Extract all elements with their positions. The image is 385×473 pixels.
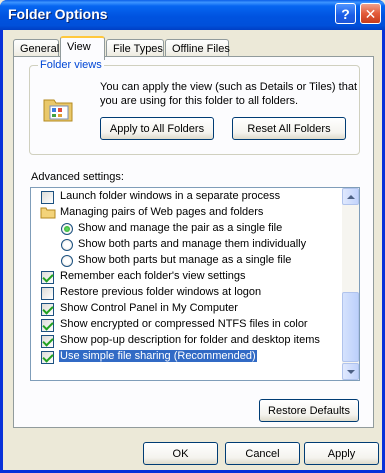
apply-to-all-folders-button[interactable]: Apply to All Folders — [100, 117, 214, 140]
list-item-label: Show both parts but manage as a single f… — [78, 254, 292, 266]
checkbox[interactable] — [41, 318, 54, 332]
list-item-label: Show Control Panel in My Computer — [60, 302, 238, 314]
scroll-up-button[interactable] — [342, 188, 359, 205]
list-item[interactable]: Restore previous folder windows at logon — [31, 285, 343, 301]
radio-button[interactable] — [61, 255, 73, 267]
checkbox[interactable] — [41, 334, 54, 348]
advanced-settings-list[interactable]: Launch folder windows in a separate proc… — [30, 187, 360, 381]
folder-views-icon — [43, 99, 73, 122]
list-item: Managing pairs of Web pages and folders — [31, 205, 343, 221]
window-title: Folder Options — [8, 6, 108, 22]
vertical-scrollbar[interactable] — [342, 188, 359, 380]
folder-views-description: You can apply the view (such as Details … — [100, 81, 358, 107]
list-item[interactable]: Show Control Panel in My Computer — [31, 301, 343, 317]
list-item-label: Use simple file sharing (Recommended) — [59, 350, 257, 362]
folder-views-group: Folder views You can apply the view (suc… — [29, 59, 360, 155]
advanced-settings-label: Advanced settings: — [31, 171, 124, 183]
list-item-label: Show both parts and manage them individu… — [78, 238, 307, 250]
folder-icon — [40, 207, 56, 219]
help-button[interactable]: ? — [335, 3, 356, 24]
list-item-selected[interactable]: Use simple file sharing (Recommended) — [31, 349, 343, 365]
list-item-label: Launch folder windows in a separate proc… — [60, 190, 281, 202]
restore-defaults-button[interactable]: Restore Defaults — [259, 399, 359, 422]
radio-button[interactable] — [61, 239, 73, 251]
list-item-label: Managing pairs of Web pages and folders — [60, 206, 264, 218]
radio-button[interactable] — [61, 223, 73, 235]
checkbox[interactable] — [41, 190, 54, 204]
help-icon: ? — [341, 5, 350, 22]
list-item[interactable]: Show both parts and manage them individu… — [31, 237, 343, 253]
apply-button[interactable]: Apply — [304, 442, 379, 465]
checkbox[interactable] — [41, 286, 54, 300]
list-item[interactable]: Launch folder windows in a separate proc… — [31, 189, 343, 205]
list-item[interactable]: Remember each folder's view settings — [31, 269, 343, 285]
tab-view[interactable]: View — [60, 36, 105, 60]
close-button[interactable]: ✕ — [360, 3, 381, 24]
scroll-thumb[interactable] — [342, 292, 359, 362]
folder-views-legend: Folder views — [38, 59, 104, 71]
close-icon: ✕ — [364, 5, 377, 22]
arrow-up-icon — [346, 194, 355, 199]
title-bar[interactable]: Folder Options ? ✕ — [0, 0, 385, 30]
arrow-down-icon — [346, 369, 355, 374]
list-item-label: Show and manage the pair as a single fil… — [78, 222, 283, 234]
ok-button[interactable]: OK — [143, 442, 218, 465]
list-item[interactable]: Show and manage the pair as a single fil… — [31, 221, 343, 237]
checkbox[interactable] — [41, 302, 54, 316]
list-item-label: Restore previous folder windows at logon — [60, 286, 262, 298]
list-item-label: Remember each folder's view settings — [60, 270, 246, 282]
list-item[interactable]: Show pop-up description for folder and d… — [31, 333, 343, 349]
list-item-label: Show pop-up description for folder and d… — [60, 334, 320, 346]
view-tab-panel: Folder views You can apply the view (suc… — [13, 56, 374, 428]
checkbox[interactable] — [41, 270, 54, 284]
cancel-button[interactable]: Cancel — [225, 442, 300, 465]
list-item-label: Show encrypted or compressed NTFS files … — [60, 318, 308, 330]
list-item[interactable]: Show encrypted or compressed NTFS files … — [31, 317, 343, 333]
list-item[interactable]: Show both parts but manage as a single f… — [31, 253, 343, 269]
folder-options-dialog: Folder Options ? ✕ General View File Typ… — [0, 0, 385, 473]
scroll-down-button[interactable] — [342, 363, 359, 380]
reset-all-folders-button[interactable]: Reset All Folders — [232, 117, 346, 140]
checkbox[interactable] — [41, 350, 54, 364]
